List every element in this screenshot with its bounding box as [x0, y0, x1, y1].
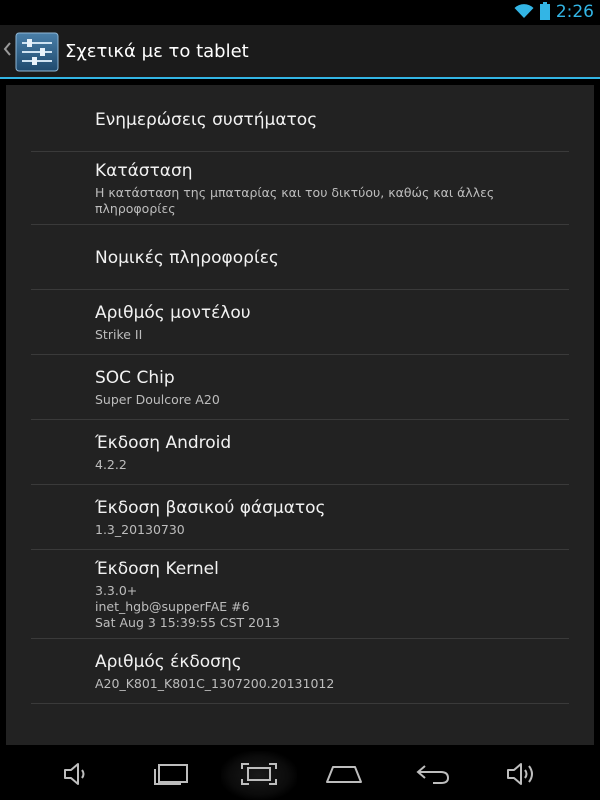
- status-bar: 2:26: [0, 0, 600, 25]
- screenshot-icon: [325, 764, 363, 788]
- back-icon: [153, 763, 189, 789]
- back-button[interactable]: [141, 751, 201, 800]
- pref-title: Αριθμός μοντέλου: [95, 303, 251, 323]
- pref-summary: Super Doulcore A20: [95, 392, 220, 407]
- pref-summary: Η κατάσταση της μπαταρίας και του δικτύο…: [95, 185, 495, 216]
- pref-title: Νομικές πληροφορίες: [95, 248, 279, 268]
- recent-apps-icon: [240, 762, 278, 790]
- wifi-icon: [514, 3, 534, 23]
- preferences-card: Ενημερώσεις συστήματος Κατάσταση Η κατάσ…: [6, 85, 594, 745]
- status-icons: 2:26: [514, 0, 594, 25]
- pref-summary: 4.2.2: [95, 457, 127, 472]
- pref-title: Ενημερώσεις συστήματος: [95, 110, 318, 130]
- pref-title: Έκδοση βασικού φάσματος: [95, 498, 326, 518]
- pref-soc-chip: SOC Chip Super Doulcore A20: [31, 355, 569, 420]
- pref-system-updates[interactable]: Ενημερώσεις συστήματος: [31, 85, 569, 152]
- battery-icon: [539, 1, 550, 24]
- volume-up-icon: [506, 762, 538, 790]
- pref-title: Αριθμός έκδοσης: [95, 652, 242, 672]
- screen: 2:26 Σχετικά με το tablet Ενημερώσεις συ…: [0, 0, 600, 800]
- pref-summary: A20_K801_K801C_1307200.20131012: [95, 676, 335, 691]
- volume-up-button[interactable]: [492, 751, 552, 800]
- home-icon: [415, 763, 451, 789]
- pref-build-number[interactable]: Αριθμός έκδοσης A20_K801_K801C_1307200.2…: [31, 639, 569, 704]
- content-area: Ενημερώσεις συστήματος Κατάσταση Η κατάσ…: [0, 79, 600, 751]
- pref-model-number: Αριθμός μοντέλου Strike II: [31, 290, 569, 355]
- preferences-list: Ενημερώσεις συστήματος Κατάσταση Η κατάσ…: [31, 85, 569, 704]
- home-button[interactable]: [403, 751, 463, 800]
- navigation-bar: [0, 751, 600, 800]
- pref-kernel-version: Έκδοση Kernel 3.3.0+ inet_hgb@supperFAE …: [31, 550, 569, 639]
- pref-baseband-version: Έκδοση βασικού φάσματος 1.3_20130730: [31, 485, 569, 550]
- pref-title: Κατάσταση: [95, 161, 193, 181]
- volume-down-button[interactable]: [48, 751, 108, 800]
- page-title: Σχετικά με το tablet: [65, 41, 249, 62]
- pref-title: SOC Chip: [95, 368, 175, 388]
- pref-android-version[interactable]: Έκδοση Android 4.2.2: [31, 420, 569, 485]
- volume-down-icon: [63, 762, 93, 790]
- status-time: 2:26: [555, 2, 594, 22]
- action-bar: Σχετικά με το tablet: [0, 25, 600, 79]
- pref-status[interactable]: Κατάσταση Η κατάσταση της μπαταρίας και …: [31, 152, 569, 225]
- settings-sliders-icon: [15, 32, 59, 72]
- recent-apps-button[interactable]: [221, 751, 297, 800]
- pref-title: Έκδοση Android: [95, 433, 232, 453]
- pref-summary: 1.3_20130730: [95, 522, 185, 537]
- pref-legal-info[interactable]: Νομικές πληροφορίες: [31, 225, 569, 290]
- up-caret-icon: [3, 41, 11, 60]
- screenshot-button[interactable]: [314, 751, 374, 800]
- pref-title: Έκδοση Kernel: [95, 559, 219, 579]
- pref-summary: 3.3.0+ inet_hgb@supperFAE #6 Sat Aug 3 1…: [95, 583, 280, 630]
- pref-summary: Strike II: [95, 327, 143, 342]
